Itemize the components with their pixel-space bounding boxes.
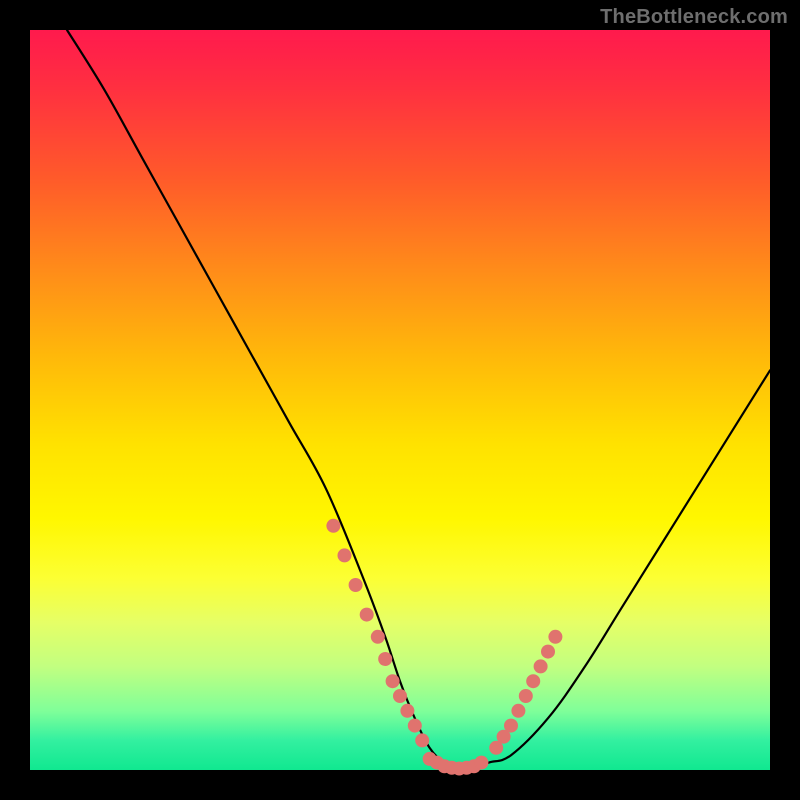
plot-area	[30, 30, 770, 770]
data-marker	[371, 630, 385, 644]
marker-cluster-right	[489, 630, 562, 755]
data-marker	[408, 719, 422, 733]
data-marker	[415, 733, 429, 747]
data-marker	[360, 608, 374, 622]
data-marker	[474, 756, 488, 770]
marker-cluster-left	[326, 519, 429, 748]
data-marker	[393, 689, 407, 703]
data-marker	[534, 659, 548, 673]
chart-svg	[30, 30, 770, 770]
data-marker	[548, 630, 562, 644]
data-marker	[526, 674, 540, 688]
data-marker	[378, 652, 392, 666]
chart-stage: TheBottleneck.com	[0, 0, 800, 800]
data-marker	[349, 578, 363, 592]
data-marker	[511, 704, 525, 718]
data-marker	[400, 704, 414, 718]
data-marker	[326, 519, 340, 533]
data-marker	[519, 689, 533, 703]
data-marker	[386, 674, 400, 688]
marker-cluster-bottom	[423, 752, 489, 776]
bottleneck-curve	[67, 30, 770, 771]
watermark-text: TheBottleneck.com	[600, 6, 788, 29]
data-marker	[541, 645, 555, 659]
data-marker	[338, 548, 352, 562]
data-marker	[504, 719, 518, 733]
